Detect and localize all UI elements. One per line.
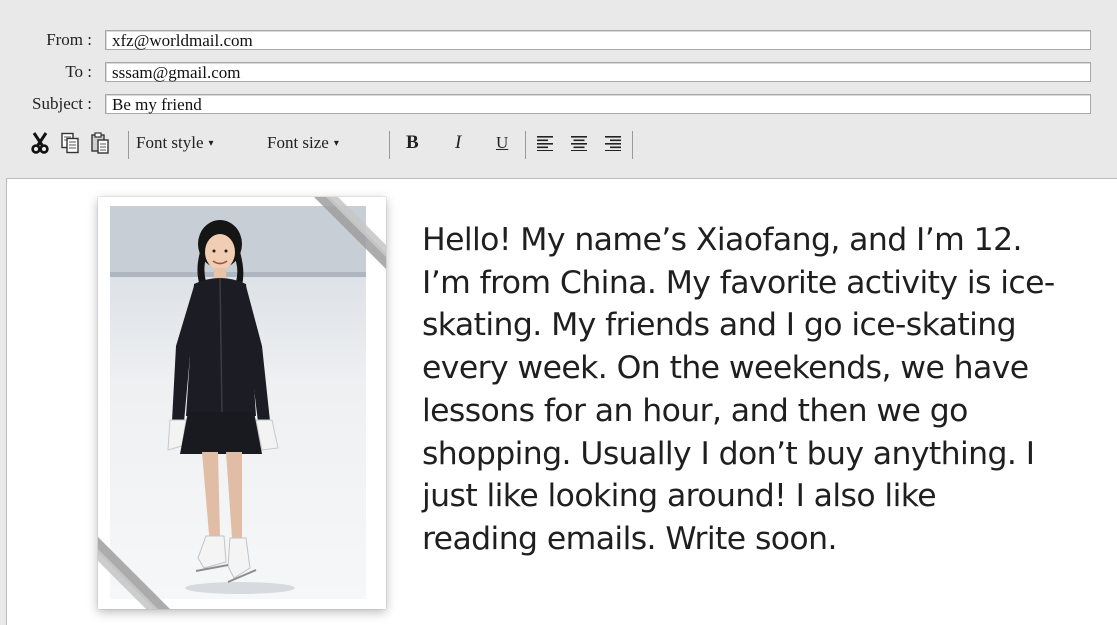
paste-button[interactable] bbox=[90, 123, 110, 163]
align-left-icon bbox=[537, 136, 553, 151]
cut-button[interactable] bbox=[30, 123, 50, 163]
girl-in-skating-outfit-photo bbox=[110, 206, 366, 599]
subject-row: Subject : Be my friend bbox=[0, 92, 1117, 116]
from-row: From : xfz@worldmail.com bbox=[0, 28, 1117, 52]
message-line: reading emails. Write soon. bbox=[422, 520, 837, 557]
chevron-down-icon: ▾ bbox=[333, 137, 339, 149]
message-line: every week. On the weekends, we have bbox=[422, 350, 1029, 387]
toolbar-divider bbox=[525, 131, 526, 159]
align-center-button[interactable] bbox=[570, 123, 588, 163]
to-label: To : bbox=[65, 62, 92, 81]
message-line: just like looking around! I also like bbox=[422, 478, 937, 515]
subject-label: Subject : bbox=[32, 94, 92, 113]
font-style-label: Font style bbox=[136, 133, 204, 152]
font-size-dropdown[interactable]: Font size ▾ bbox=[267, 123, 339, 163]
bold-label: B bbox=[406, 132, 419, 153]
subject-field[interactable]: Be my friend bbox=[105, 94, 1091, 114]
from-field[interactable]: xfz@worldmail.com bbox=[105, 30, 1091, 50]
toolbar-divider bbox=[632, 131, 633, 159]
skater-illustration bbox=[110, 206, 366, 594]
toolbar-divider bbox=[128, 131, 129, 159]
email-compose-window: { "header": { "from": {"label": "From :"… bbox=[0, 0, 1117, 625]
message-line: shopping. Usually I don’t buy anything. … bbox=[422, 435, 1035, 472]
italic-button[interactable]: I bbox=[455, 123, 461, 163]
scissors-icon bbox=[31, 132, 49, 154]
font-style-dropdown[interactable]: Font style ▾ bbox=[136, 123, 214, 163]
toolbar-divider bbox=[389, 131, 390, 159]
font-size-label: Font size bbox=[267, 133, 329, 152]
bold-button[interactable]: B bbox=[406, 123, 419, 163]
photo-frame bbox=[98, 197, 386, 609]
message-text: Hello! My name’s Xiaofang, and I’m 12. I… bbox=[422, 219, 1112, 561]
underline-label: U bbox=[496, 133, 509, 152]
align-right-button[interactable] bbox=[604, 123, 622, 163]
align-left-button[interactable] bbox=[536, 123, 554, 163]
from-label: From : bbox=[46, 30, 92, 49]
to-field[interactable]: sssam@gmail.com bbox=[105, 62, 1091, 82]
message-line: I’m from China. My favorite activity is … bbox=[422, 264, 1055, 301]
align-center-icon bbox=[571, 136, 587, 151]
to-row: To : sssam@gmail.com bbox=[0, 60, 1117, 84]
italic-label: I bbox=[455, 132, 462, 153]
chevron-down-icon: ▾ bbox=[208, 137, 214, 149]
message-line: skating. My friends and I go ice-skating bbox=[422, 307, 1017, 344]
message-line: Hello! My name’s Xiaofang, and I’m 12. bbox=[422, 222, 1023, 258]
copy-icon bbox=[61, 132, 79, 154]
message-body[interactable]: Hello! My name’s Xiaofang, and I’m 12. I… bbox=[6, 178, 1117, 625]
paste-icon bbox=[91, 132, 109, 154]
copy-button[interactable] bbox=[60, 123, 80, 163]
underline-button[interactable]: U bbox=[496, 123, 508, 163]
message-line: lessons for an hour, and then we go bbox=[422, 392, 968, 429]
align-right-icon bbox=[605, 136, 621, 151]
formatting-toolbar: Font style ▾ Font size ▾ B I U bbox=[18, 123, 1117, 163]
